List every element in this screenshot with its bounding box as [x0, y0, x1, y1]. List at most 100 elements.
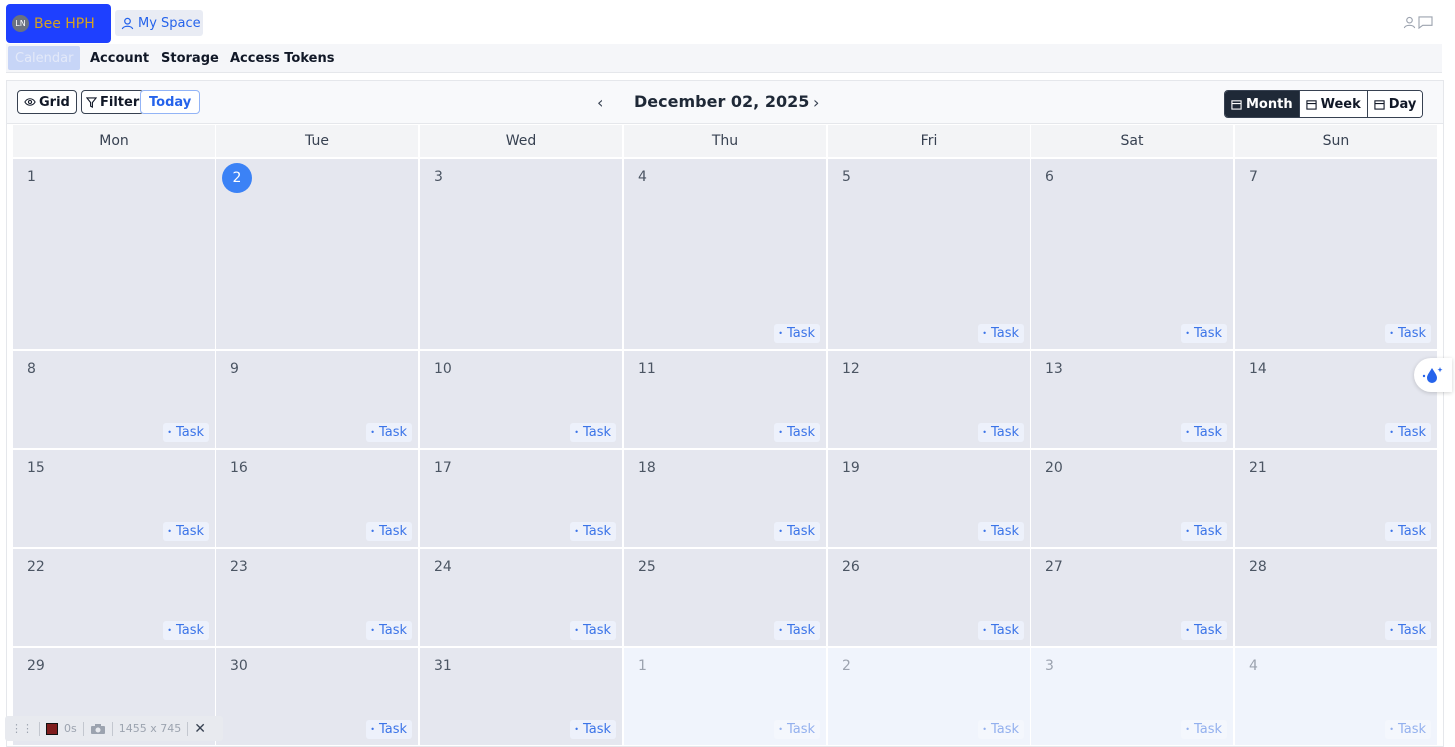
task-item[interactable]: • Task [774, 324, 820, 343]
bullet-icon: • [370, 428, 375, 437]
day-cell[interactable]: 2 • Task [828, 648, 1030, 745]
day-cell[interactable]: 26 • Task [828, 549, 1030, 646]
task-item[interactable]: • Task [774, 522, 820, 541]
day-cell[interactable]: 6 • Task [1031, 159, 1233, 349]
my-space-button[interactable]: My Space [115, 10, 203, 36]
task-label: Task [582, 524, 611, 539]
next-month-button[interactable]: › [813, 93, 819, 112]
brand-logo-button[interactable]: LN Bee HPH [6, 4, 111, 43]
day-cell[interactable]: 1 [13, 159, 215, 349]
day-cell[interactable]: 3 [420, 159, 622, 349]
day-cell[interactable]: 9 • Task [216, 351, 418, 448]
task-label: Task [786, 524, 815, 539]
task-item[interactable]: • Task [978, 621, 1024, 640]
day-cell[interactable]: 1 • Task [624, 648, 826, 745]
day-cell[interactable]: 17 • Task [420, 450, 622, 547]
task-item[interactable]: • Task [978, 522, 1024, 541]
task-item[interactable]: • Task [774, 621, 820, 640]
prev-month-button[interactable]: ‹ [597, 93, 603, 112]
day-cell[interactable]: 14 • Task [1235, 351, 1437, 448]
month-label: Month [1246, 96, 1293, 112]
task-item[interactable]: • Task [1385, 720, 1431, 739]
day-cell[interactable]: 19 • Task [828, 450, 1030, 547]
task-item[interactable]: • Task [774, 423, 820, 442]
day-cell[interactable]: 13 • Task [1031, 351, 1233, 448]
task-item[interactable]: • Task [1181, 522, 1227, 541]
task-item[interactable]: • Task [366, 720, 412, 739]
task-item[interactable]: • Task [1181, 423, 1227, 442]
stop-record-icon[interactable] [46, 722, 58, 735]
today-button[interactable]: Today [140, 90, 201, 114]
tab-storage[interactable]: Storage [161, 46, 219, 70]
task-item[interactable]: • Task [1385, 423, 1431, 442]
day-cell[interactable]: 4 • Task [624, 159, 826, 349]
day-cell[interactable]: 7 • Task [1235, 159, 1437, 349]
task-label: Task [1397, 524, 1426, 539]
day-cell[interactable]: 11 • Task [624, 351, 826, 448]
task-label: Task [175, 524, 204, 539]
day-cell[interactable]: 21 • Task [1235, 450, 1437, 547]
day-cell[interactable]: 10 • Task [420, 351, 622, 448]
day-cell[interactable]: 20 • Task [1031, 450, 1233, 547]
drag-handle-icon[interactable]: ⋮⋮ [11, 722, 33, 735]
bullet-icon: • [1185, 725, 1190, 734]
task-item[interactable]: • Task [978, 720, 1024, 739]
week-view-button[interactable]: Week [1298, 91, 1367, 117]
task-item[interactable]: • Task [570, 522, 616, 541]
day-cell[interactable]: 15 • Task [13, 450, 215, 547]
day-view-button[interactable]: Day [1366, 91, 1423, 117]
day-cell[interactable]: 5 • Task [828, 159, 1030, 349]
day-cell[interactable]: 28 • Task [1235, 549, 1437, 646]
day-cell[interactable]: 8 • Task [13, 351, 215, 448]
task-item[interactable]: • Task [366, 423, 412, 442]
tab-access-tokens[interactable]: Access Tokens [230, 46, 334, 70]
day-cell[interactable]: 23 • Task [216, 549, 418, 646]
camera-icon[interactable] [90, 723, 106, 735]
task-item[interactable]: • Task [1385, 324, 1431, 343]
task-item[interactable]: • Task [1181, 720, 1227, 739]
task-item[interactable]: • Task [1181, 621, 1227, 640]
tab-calendar[interactable]: Calendar [8, 46, 81, 70]
task-label: Task [1193, 326, 1222, 341]
day-cell[interactable]: 12 • Task [828, 351, 1030, 448]
assistant-float-button[interactable] [1414, 358, 1452, 392]
task-item[interactable]: • Task [978, 423, 1024, 442]
task-item[interactable]: • Task [570, 423, 616, 442]
month-view-button[interactable]: Month [1225, 91, 1299, 117]
task-item[interactable]: • Task [366, 522, 412, 541]
chat-icon[interactable] [1418, 16, 1433, 29]
task-item[interactable]: • Task [1181, 324, 1227, 343]
close-icon[interactable]: ✕ [194, 721, 206, 737]
task-item[interactable]: • Task [366, 621, 412, 640]
profile-icon[interactable] [1403, 16, 1416, 29]
task-item[interactable]: • Task [163, 522, 209, 541]
task-item[interactable]: • Task [774, 720, 820, 739]
day-cell[interactable]: 27 • Task [1031, 549, 1233, 646]
tab-account[interactable]: Account [90, 46, 149, 70]
day-cell[interactable]: 25 • Task [624, 549, 826, 646]
task-item[interactable]: • Task [978, 324, 1024, 343]
date-number: 7 [1249, 169, 1258, 185]
day-cell[interactable]: 22 • Task [13, 549, 215, 646]
day-cell[interactable]: 2 [216, 159, 418, 349]
filter-label: Filter [100, 94, 140, 110]
grid-button[interactable]: Grid [17, 90, 77, 114]
task-item[interactable]: • Task [163, 621, 209, 640]
day-cell[interactable]: 18 • Task [624, 450, 826, 547]
task-item[interactable]: • Task [163, 423, 209, 442]
task-item[interactable]: • Task [1385, 522, 1431, 541]
task-label: Task [990, 623, 1019, 638]
task-item[interactable]: • Task [1385, 621, 1431, 640]
task-item[interactable]: • Task [570, 621, 616, 640]
filter-button[interactable]: Filter [81, 90, 145, 114]
day-cell[interactable]: 30 • Task [216, 648, 418, 745]
day-cell[interactable]: 31 • Task [420, 648, 622, 745]
task-item[interactable]: • Task [570, 720, 616, 739]
day-cell[interactable]: 16 • Task [216, 450, 418, 547]
day-cell[interactable]: 4 • Task [1235, 648, 1437, 745]
day-cell[interactable]: 24 • Task [420, 549, 622, 646]
task-label: Task [582, 722, 611, 737]
day-cell[interactable]: 3 • Task [1031, 648, 1233, 745]
weekday-label: Wed [420, 125, 622, 157]
brand-avatar: LN [12, 15, 29, 32]
